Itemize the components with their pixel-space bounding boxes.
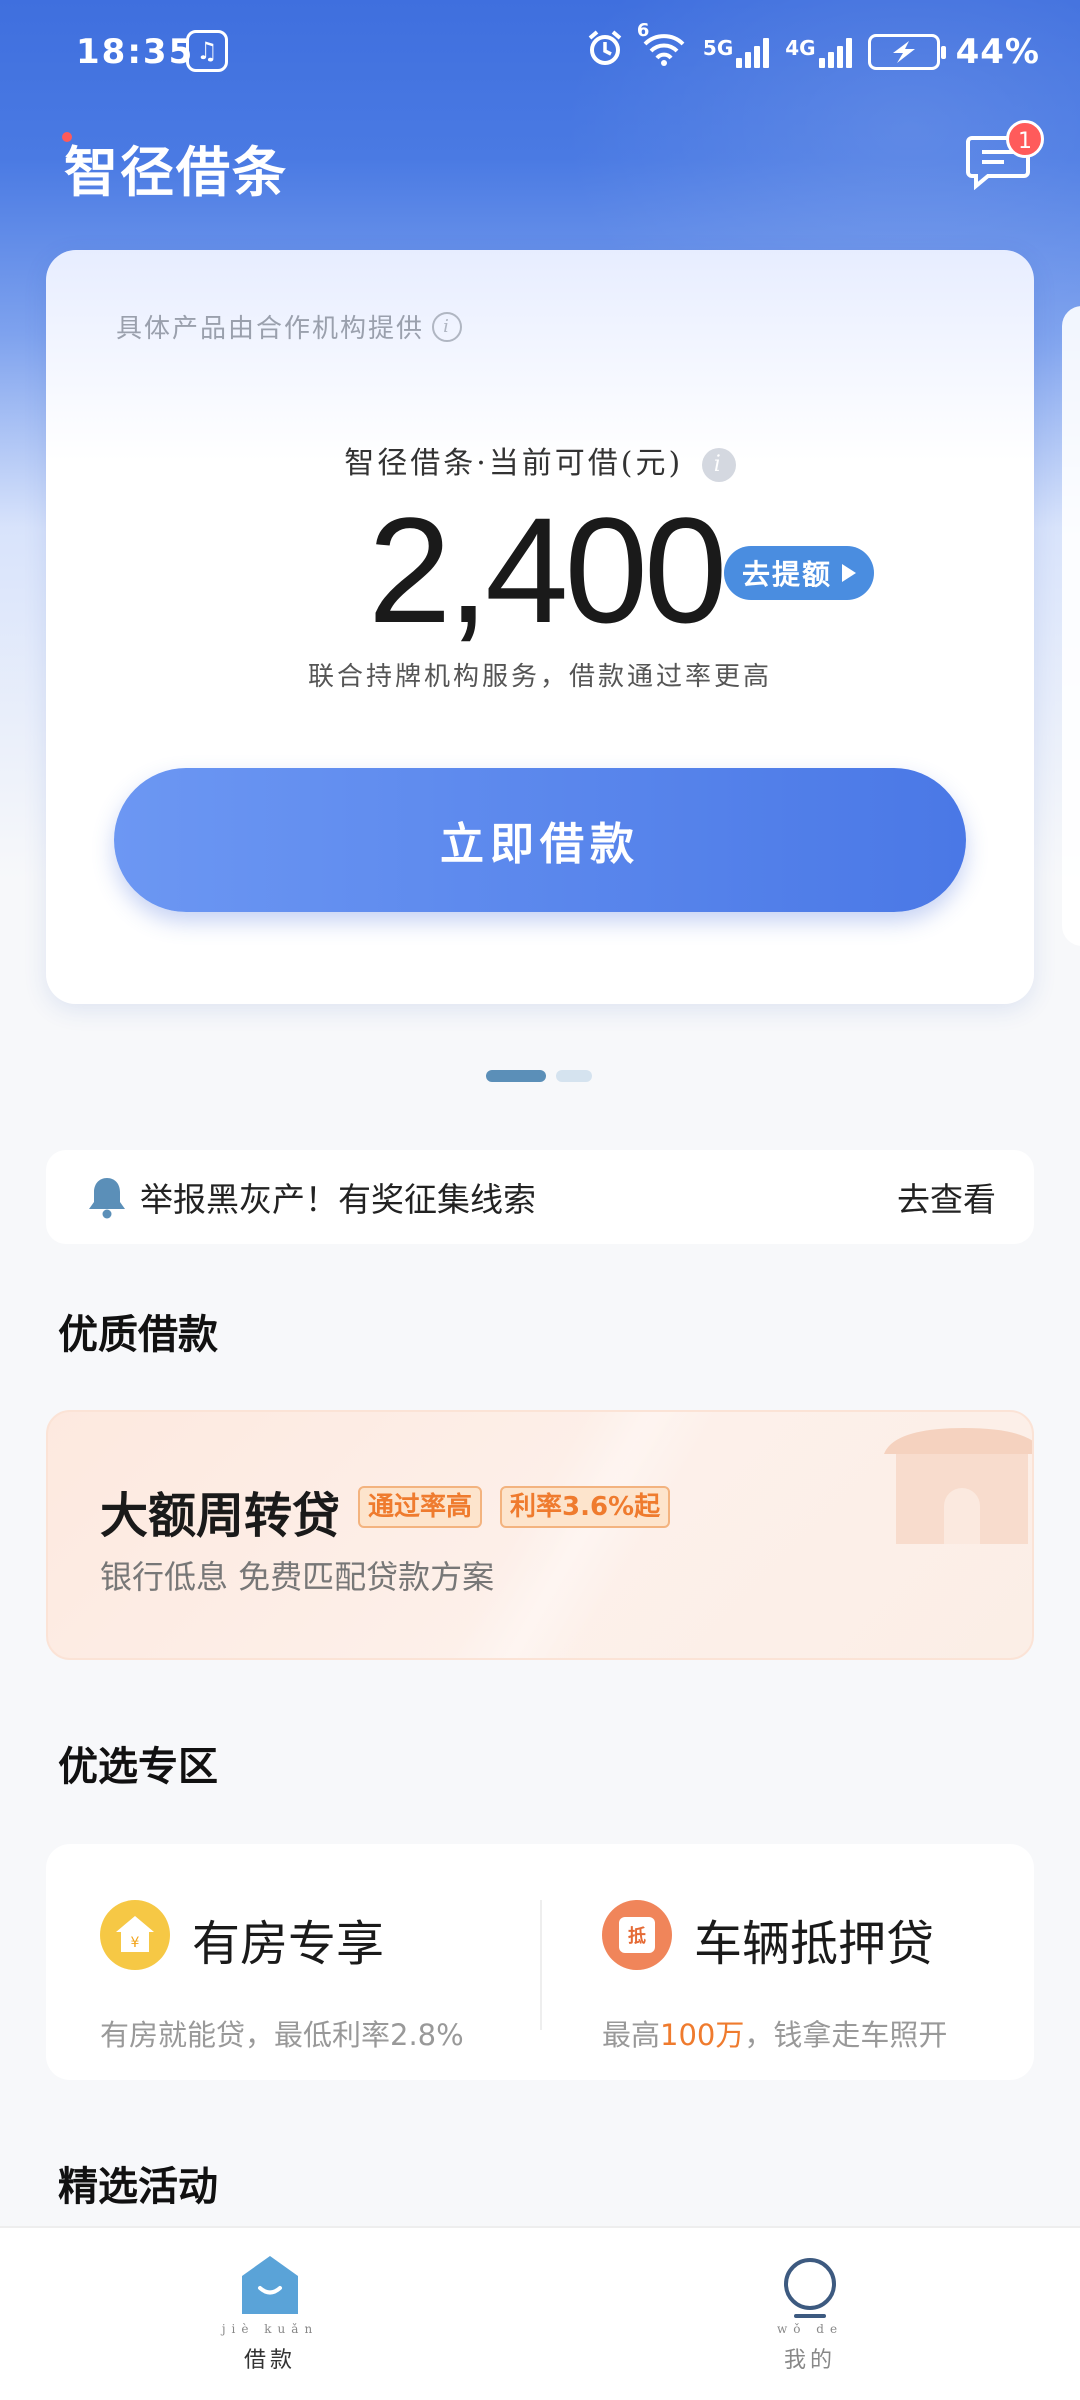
- status-icons: 6 5G 4G 44%: [585, 20, 1040, 75]
- bell-icon: [89, 1178, 125, 1219]
- carousel-dot-active[interactable]: [486, 1070, 546, 1082]
- promo-title: 大额周转贷: [100, 1488, 341, 1544]
- zone-item-house-desc: 有房就能贷，最低利率2.8%: [100, 2018, 464, 2052]
- message-button[interactable]: 1: [966, 120, 1044, 191]
- tab-borrow-pinyin: jiè kuǎn: [221, 2322, 319, 2336]
- notice-view-link[interactable]: 去查看: [897, 1173, 996, 1221]
- message-badge: 1: [1006, 120, 1044, 158]
- amount-label: 智径借条·当前可借(元) i: [46, 438, 1034, 482]
- section-title-zone: 优选专区: [58, 1744, 218, 1790]
- tab-mine-pinyin: wǒ de: [776, 2322, 844, 2336]
- zone-divider: [540, 1900, 542, 2030]
- play-arrow-icon: [842, 564, 856, 582]
- mortgage-icon: 抵: [602, 1900, 672, 1970]
- provider-note: 具体产品由合作机构提供 i: [116, 308, 463, 345]
- promo-shine: [348, 1412, 808, 1658]
- bottom-nav: jiè kuǎn 借款 wǒ de 我的: [0, 2226, 1080, 2400]
- network-5g: 5G: [703, 36, 770, 68]
- borrow-now-button[interactable]: 立即借款: [114, 768, 966, 912]
- next-card-peek[interactable]: [1062, 306, 1080, 946]
- tab-mine-label: 我的: [783, 2348, 836, 2373]
- house-coin-icon: ¥: [100, 1900, 170, 1970]
- wifi-icon: 6: [637, 20, 687, 75]
- zone-item-car-title: 车辆抵押贷: [694, 1916, 935, 1972]
- app-title: 智径借条: [62, 128, 288, 207]
- zone-item-car-desc: 最高100万，钱拿走车照开: [602, 2018, 948, 2052]
- loan-card: 具体产品由合作机构提供 i 智径借条·当前可借(元) i 2,400 去提额 联…: [46, 250, 1034, 1004]
- carousel-dot[interactable]: [556, 1070, 592, 1082]
- tab-borrow[interactable]: jiè kuǎn 借款: [210, 2254, 330, 2374]
- wifi-label: 6: [636, 20, 650, 41]
- network-4g: 4G: [785, 36, 852, 68]
- promo-desc: 银行低息 免费匹配贷款方案: [100, 1558, 495, 1596]
- car-max-amount: 100万: [660, 2018, 745, 2052]
- battery-percent: 44%: [955, 31, 1040, 72]
- provider-info-icon[interactable]: i: [432, 311, 463, 342]
- house-coin-icon-char: ¥: [131, 1935, 140, 1951]
- battery-charging-icon: [867, 33, 946, 70]
- available-amount: 2,400: [368, 486, 727, 654]
- section-title-quality: 优质借款: [58, 1312, 218, 1358]
- promo-card[interactable]: 大额周转贷 通过率高 利率3.6%起 银行低息 免费匹配贷款方案: [46, 1410, 1034, 1660]
- music-app-icon: ♫: [186, 30, 228, 72]
- tab-mine[interactable]: wǒ de 我的: [750, 2254, 870, 2374]
- status-time: 18:35: [76, 32, 195, 72]
- carousel-indicator: [486, 1070, 592, 1082]
- zone-item-house-title: 有房专享: [192, 1916, 385, 1972]
- service-note: 联合持牌机构服务，借款通过率更高: [307, 662, 772, 692]
- promo-tag-pass-rate: 通过率高: [358, 1486, 483, 1528]
- signal-bars-2: [818, 36, 852, 68]
- raise-limit-button[interactable]: 去提额: [724, 546, 874, 600]
- status-bar: 18:35 ♫ 6 5G 4G 44%: [0, 0, 1080, 110]
- tab-borrow-label: 借款: [243, 2348, 296, 2373]
- house-illustration: [884, 1428, 1032, 1544]
- notice-text: 举报黑灰产！有奖征集线索: [140, 1180, 536, 1219]
- zone-card: ¥ 有房专享 有房就能贷，最低利率2.8% 抵 车辆抵押贷 最高100万，钱拿走…: [46, 1844, 1034, 2080]
- app-root: 18:35 ♫ 6 5G 4G 44% 智径借条 1 具体产品由合作机构提供 i…: [0, 0, 1080, 2400]
- report-notice[interactable]: 举报黑灰产！有奖征集线索 去查看: [46, 1150, 1034, 1244]
- profile-icon: [784, 2258, 836, 2318]
- title-dot: [62, 132, 72, 142]
- signal-bars-1: [736, 36, 770, 68]
- section-title-activity: 精选活动: [58, 2164, 218, 2210]
- borrow-house-icon: [242, 2256, 298, 2314]
- amount-info-icon[interactable]: i: [701, 448, 736, 482]
- alarm-icon: [585, 28, 625, 75]
- mortgage-icon-char: 抵: [628, 1925, 646, 1947]
- promo-tag-rate: 利率3.6%起: [500, 1486, 671, 1528]
